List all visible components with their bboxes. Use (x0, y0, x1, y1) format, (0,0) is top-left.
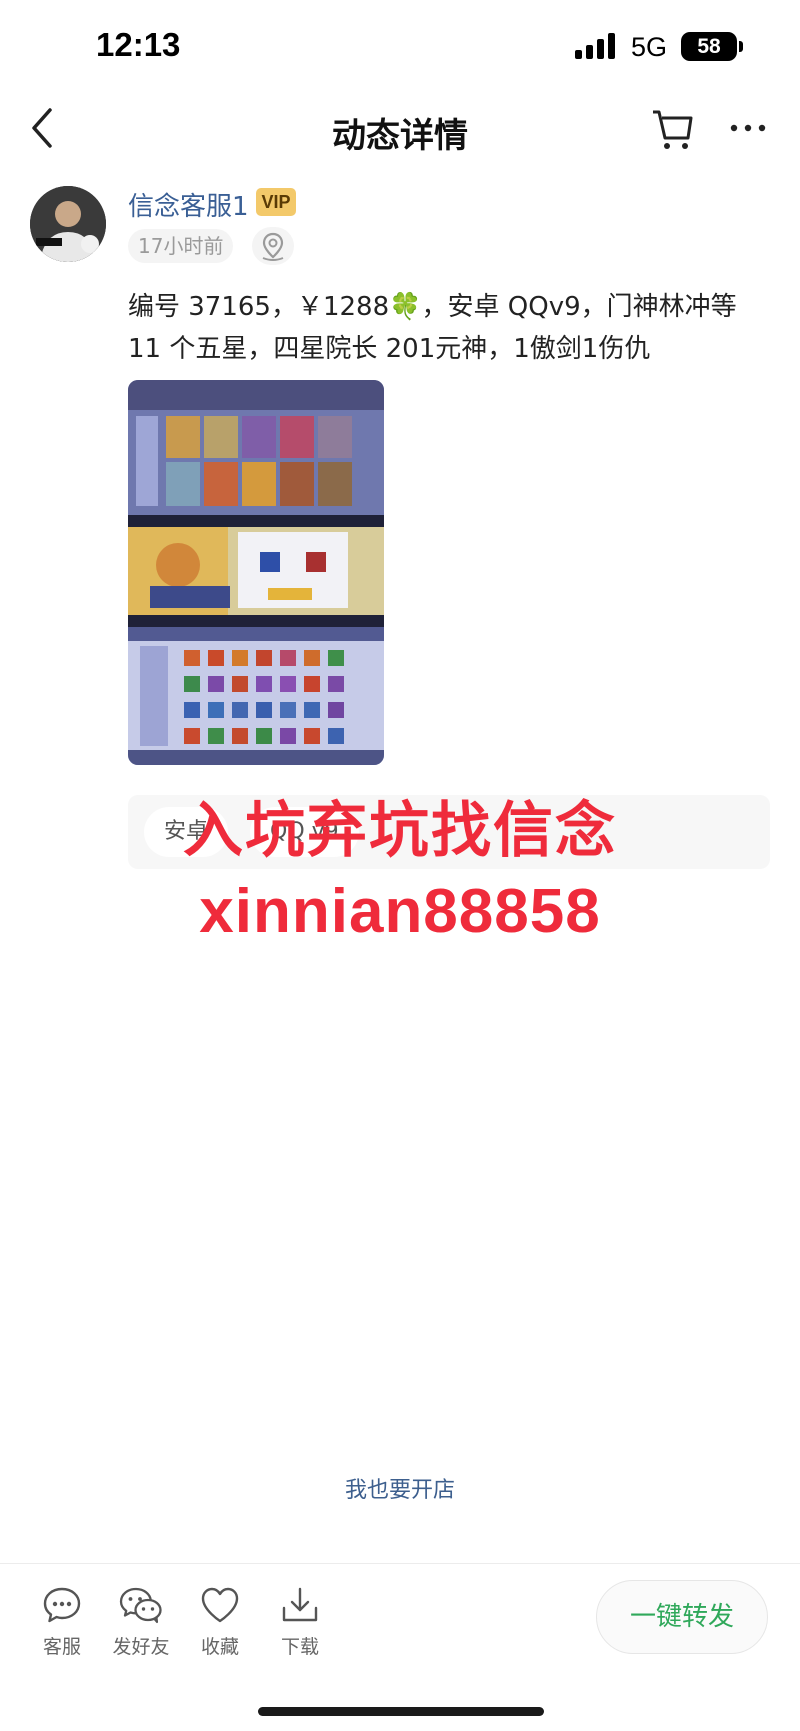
more-icon[interactable] (728, 110, 768, 146)
post-text: 编号 37165，￥1288🍀，安卓 QQv9，门神林冲等 11 个五星，四星院… (128, 292, 737, 364)
send-friend-label: 发好友 (112, 1636, 170, 1658)
battery-icon: 58 (681, 32, 737, 61)
chat-bubble-icon (43, 1587, 81, 1623)
cart-icon[interactable] (650, 104, 694, 152)
vip-badge: VIP (256, 188, 296, 216)
avatar[interactable] (30, 186, 106, 262)
customer-service-button[interactable]: 客服 (22, 1586, 102, 1659)
favorite-button[interactable]: 收藏 (180, 1586, 260, 1659)
game-screenshot-image (128, 380, 384, 765)
location-pin-icon (262, 232, 284, 261)
status-time: 12:13 (96, 26, 181, 63)
post-time: 17小时前 (128, 229, 234, 263)
wechat-icon (119, 1587, 162, 1624)
open-shop-link[interactable]: 我也要开店 (0, 1472, 800, 1504)
favorite-label: 收藏 (200, 1636, 239, 1658)
post-image[interactable] (128, 380, 384, 765)
watermark-contact-id: xinnian88858 (199, 877, 601, 946)
status-bar: 12:13 5G 58 (0, 0, 800, 90)
avatar-image (30, 186, 106, 262)
signal-icon (575, 33, 615, 59)
nav-bar: 动态详情 (0, 90, 800, 170)
author-name[interactable]: 信念客服1 (128, 186, 249, 223)
send-friend-button[interactable]: 发好友 (101, 1586, 181, 1659)
download-icon (282, 1587, 318, 1622)
one-click-forward-button[interactable]: 一键转发 (596, 1580, 768, 1654)
home-indicator[interactable] (258, 1707, 544, 1716)
watermark-slogan: 入坑弃坑找信念 (183, 796, 617, 866)
customer-service-label: 客服 (42, 1636, 81, 1658)
download-button[interactable]: 下载 (260, 1586, 340, 1659)
location-button[interactable] (252, 227, 294, 265)
network-type: 5G (631, 32, 668, 62)
battery-tip (739, 41, 743, 52)
download-label: 下载 (280, 1636, 319, 1658)
heart-icon (201, 1587, 239, 1623)
